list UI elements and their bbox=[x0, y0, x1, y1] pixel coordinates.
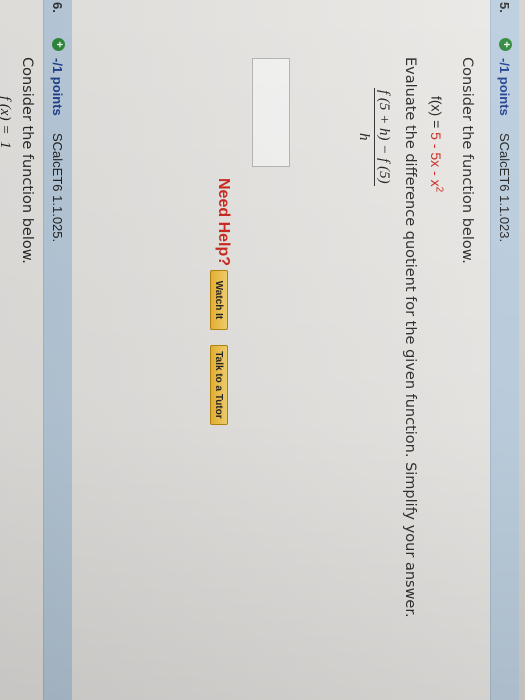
question-instruction: Evaluate the difference quotient for the… bbox=[402, 57, 418, 618]
top-strip bbox=[519, 0, 525, 700]
rotated-page: 5. + -/1 points SCalcET6 1.1.023. Consid… bbox=[0, 0, 525, 700]
function-rhs: 5 - 5x - x2 bbox=[428, 132, 445, 193]
fraction-numerator: 1 bbox=[0, 138, 13, 152]
fraction-numerator: f (5 + h) − f (5) bbox=[374, 88, 392, 186]
function-partial: f (x) = 1 bbox=[0, 96, 13, 152]
question-6-header: 6. + -/1 points SCalcET6 1.1.025. bbox=[43, 0, 72, 700]
function-definition: f(x) = 5 - 5x - x2 bbox=[428, 96, 445, 192]
points-link[interactable]: -/1 points bbox=[497, 58, 512, 116]
function-lhs: f (x) = bbox=[0, 96, 13, 134]
question-intro: Consider the function below. bbox=[459, 57, 475, 264]
need-help-label: Need Help? bbox=[215, 178, 232, 267]
talk-to-tutor-button[interactable]: Talk to a Tutor bbox=[210, 345, 228, 425]
points-link[interactable]: -/1 points bbox=[50, 58, 65, 116]
expand-plus-icon[interactable]: + bbox=[52, 38, 65, 51]
question-5-header: 5. + -/1 points SCalcET6 1.1.023. bbox=[490, 0, 519, 700]
question-intro: Consider the function below. bbox=[19, 57, 35, 264]
question-number: 6. bbox=[50, 2, 65, 13]
source-label: SCalcET6 1.1.023. bbox=[497, 133, 512, 243]
question-number: 5. bbox=[497, 2, 512, 13]
fraction-denominator: h bbox=[356, 133, 372, 141]
expand-plus-icon[interactable]: + bbox=[499, 38, 512, 51]
watch-it-button[interactable]: Watch It bbox=[210, 270, 228, 330]
function-lhs: f(x) = bbox=[428, 96, 445, 133]
source-label: SCalcET6 1.1.025. bbox=[50, 133, 65, 243]
difference-quotient: f (5 + h) − f (5) h bbox=[355, 88, 392, 186]
answer-input[interactable] bbox=[252, 58, 290, 167]
